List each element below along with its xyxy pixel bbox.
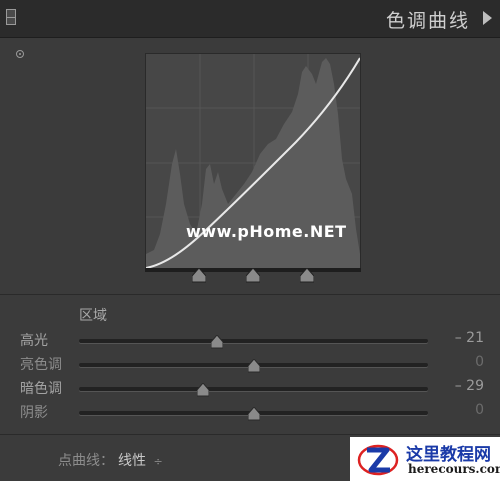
region-section-label: 区域: [79, 308, 107, 324]
split-point-handle[interactable]: [191, 267, 207, 283]
slider-track[interactable]: [79, 339, 428, 343]
disclosure-arrow-icon[interactable]: [483, 11, 492, 25]
slider-thumb[interactable]: [247, 406, 260, 421]
point-curve-label: 点曲线：: [58, 453, 114, 469]
point-curve-control[interactable]: 点曲线： 线性 ÷: [58, 450, 163, 470]
slider-row-highlights[interactable]: 高光 – 21: [0, 330, 500, 352]
slider-value[interactable]: 0: [424, 354, 484, 370]
slider-value[interactable]: – 29: [424, 378, 484, 394]
slider-value[interactable]: – 21: [424, 330, 484, 346]
panel-collapse-icon[interactable]: [6, 9, 16, 25]
logo-mark-icon: [357, 444, 399, 476]
slider-label: 暗色调: [20, 381, 62, 397]
split-point-handle[interactable]: [299, 267, 315, 283]
tone-curve-graph[interactable]: www.pHome.NET: [145, 53, 361, 271]
slider-row-lights[interactable]: 亮色调 0: [0, 354, 500, 376]
site-logo: 这里教程网 herecours.com: [350, 437, 500, 481]
slider-thumb[interactable]: [196, 382, 210, 397]
split-point-handle[interactable]: [245, 267, 261, 283]
divider: [0, 294, 500, 295]
panel-header[interactable]: 色调曲线: [0, 0, 500, 38]
select-arrow-icon[interactable]: ÷: [153, 455, 162, 468]
slider-track[interactable]: [79, 387, 428, 391]
watermark-text: www.pHome.NET: [186, 222, 347, 241]
slider-row-shadows[interactable]: 阴影 0: [0, 402, 500, 424]
slider-row-darks[interactable]: 暗色调 – 29: [0, 378, 500, 400]
slider-value[interactable]: 0: [424, 402, 484, 418]
panel-title: 色调曲线: [385, 10, 470, 32]
slider-label: 阴影: [20, 405, 48, 421]
slider-label: 亮色调: [20, 357, 62, 373]
point-curve-select[interactable]: 线性: [118, 453, 146, 469]
slider-thumb[interactable]: [210, 334, 224, 349]
targeted-adjustment-tool-icon[interactable]: [16, 50, 24, 58]
logo-text-en: herecours.com: [408, 462, 500, 476]
divider: [0, 434, 500, 435]
slider-thumb[interactable]: [247, 358, 260, 373]
slider-label: 高光: [20, 333, 48, 349]
